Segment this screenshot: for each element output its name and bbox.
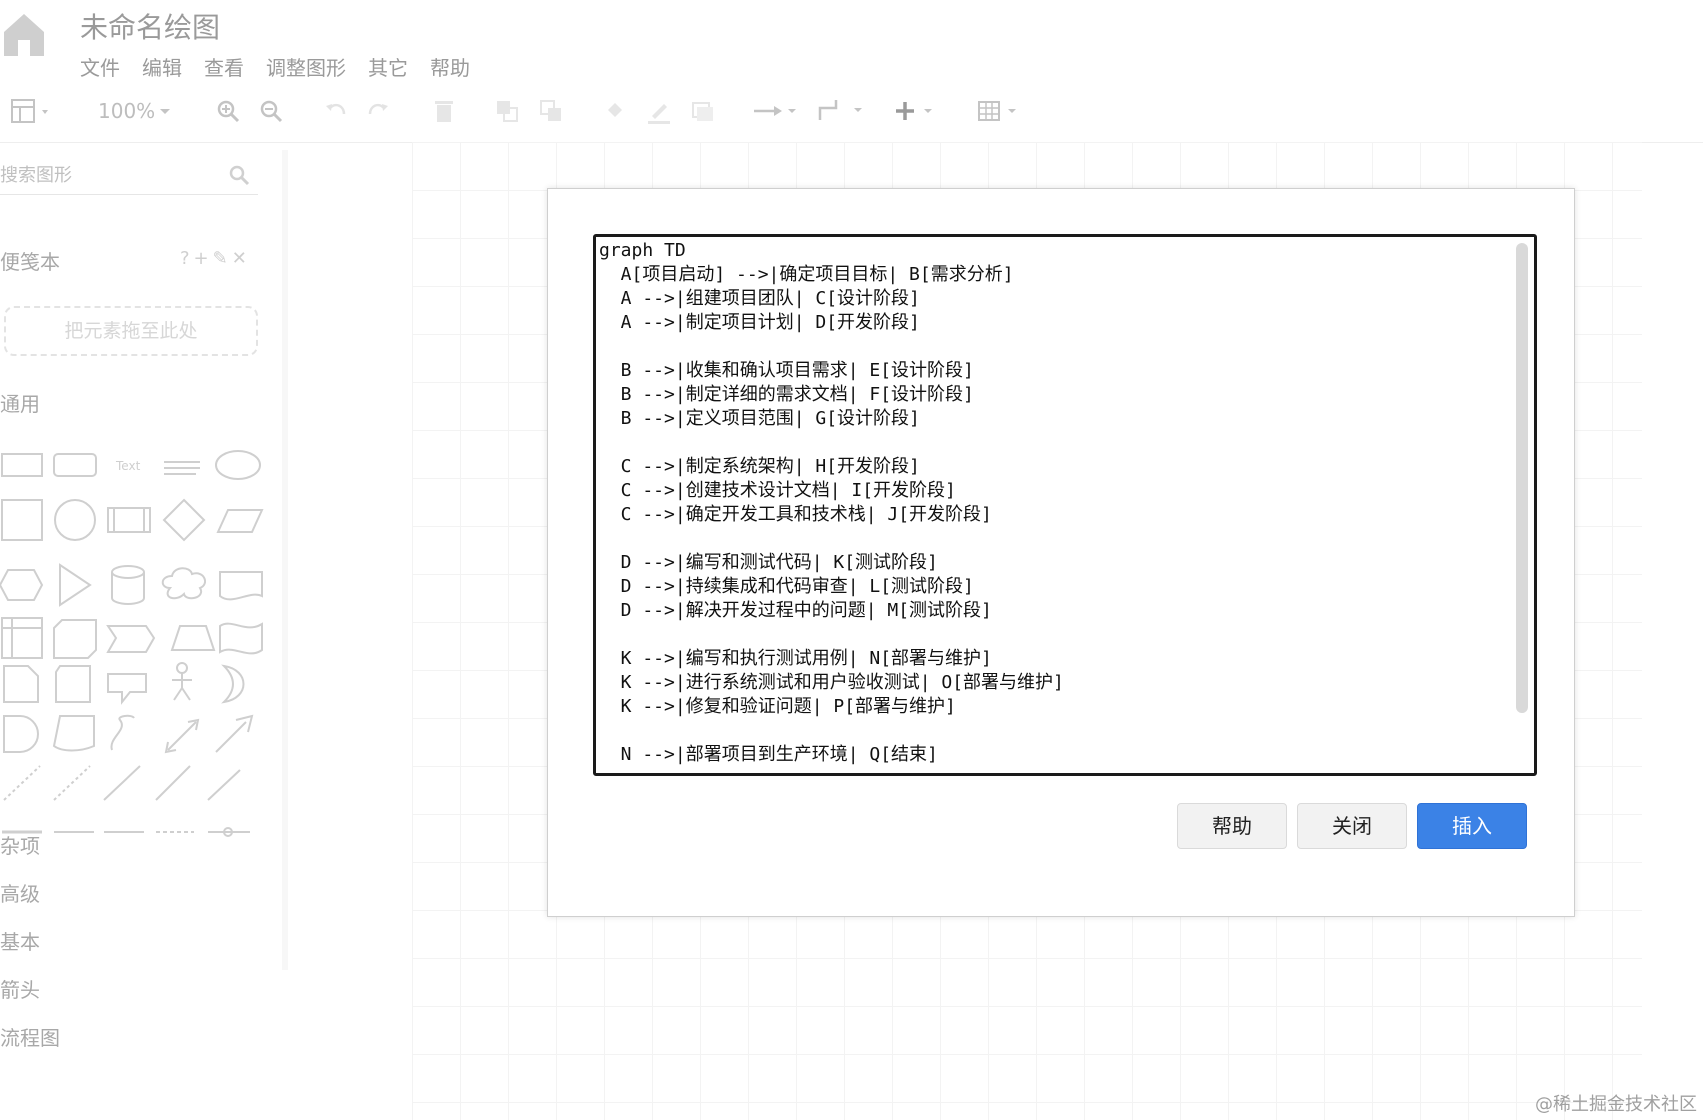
scratchpad-dropzone[interactable]: 把元素拖至此处	[4, 306, 258, 356]
insert-plus-icon[interactable]	[892, 98, 942, 124]
menu-bar: 文件 编辑 查看 调整图形 其它 帮助	[80, 52, 470, 81]
shape-diamond	[162, 498, 206, 542]
menu-arrange[interactable]: 调整图形	[266, 52, 346, 81]
shape-table	[1, 617, 43, 659]
scratchpad-title[interactable]: 便笺本	[0, 246, 60, 275]
fill-color-icon[interactable]	[602, 98, 628, 124]
shape-hexagon	[0, 569, 44, 601]
zoom-out-icon[interactable]	[258, 98, 284, 124]
shape-arrow	[215, 714, 254, 753]
insert-button[interactable]: 插入	[1417, 803, 1527, 849]
shape-triangle	[59, 563, 92, 607]
help-button[interactable]: 帮助	[1177, 803, 1287, 849]
app-root: 未命名绘图 文件 编辑 查看 调整图形 其它 帮助 100% 搜索图形 便笺本 …	[0, 0, 1703, 1120]
to-back-icon[interactable]	[538, 98, 564, 124]
redo-icon[interactable]	[366, 98, 392, 124]
waypoints-icon[interactable]	[816, 96, 868, 124]
mermaid-code-editor[interactable]: graph TD A[项目启动] -->|确定项目目标| B[需求分析] A -…	[593, 234, 1537, 776]
shape-parallelogram	[216, 509, 264, 533]
shape-delay	[3, 715, 39, 753]
shape-tape	[219, 622, 263, 655]
undo-icon[interactable]	[322, 98, 348, 124]
section-advanced[interactable]: 高级	[0, 878, 40, 907]
shape-card	[55, 665, 91, 703]
document-title[interactable]: 未命名绘图	[80, 6, 220, 46]
menu-extras[interactable]: 其它	[368, 52, 408, 81]
toolbar: 100%	[0, 86, 1703, 143]
shape-cube	[53, 619, 97, 659]
shape-curve	[110, 714, 135, 751]
shape-step	[106, 625, 156, 653]
shape-palette[interactable]: Text	[0, 440, 268, 840]
home-icon[interactable]	[0, 8, 48, 56]
shape-circle	[54, 499, 96, 541]
search-icon[interactable]	[228, 164, 250, 186]
chevron-down-icon	[160, 109, 171, 114]
section-misc[interactable]: 杂项	[0, 830, 40, 859]
watermark: @稀土掘金技术社区	[1535, 1094, 1697, 1115]
search-placeholder: 搜索图形	[0, 165, 72, 186]
shape-rounded-rectangle	[53, 453, 97, 477]
shape-or	[221, 664, 245, 704]
scratchpad-tools[interactable]: ?+✎✕	[180, 248, 251, 269]
table-icon[interactable]	[976, 98, 1026, 124]
menu-help[interactable]: 帮助	[430, 52, 470, 81]
section-flowchart[interactable]: 流程图	[0, 1022, 60, 1051]
shape-square	[1, 499, 43, 541]
shape-note	[3, 665, 39, 703]
shape-ellipse	[215, 450, 261, 480]
page-layout-icon[interactable]	[10, 98, 54, 126]
mermaid-code-text[interactable]: graph TD A[项目启动] -->|确定项目目标| B[需求分析] A -…	[599, 239, 1510, 773]
shape-rectangle	[1, 453, 43, 477]
close-button[interactable]: 关闭	[1297, 803, 1407, 849]
connection-icon[interactable]	[752, 98, 802, 124]
menu-file[interactable]: 文件	[80, 52, 120, 81]
line-color-icon[interactable]	[646, 98, 672, 124]
shape-trapezoid	[170, 625, 216, 651]
shape-document	[219, 571, 263, 601]
section-basic[interactable]: 基本	[0, 926, 40, 955]
zoom-select[interactable]: 100%	[98, 96, 175, 126]
zoom-value: 100%	[98, 99, 156, 123]
shape-bidirectional-arrow	[164, 718, 200, 754]
zoom-in-icon[interactable]	[215, 98, 241, 124]
mermaid-insert-dialog: graph TD A[项目启动] -->|确定项目目标| B[需求分析] A -…	[547, 188, 1575, 917]
shape-callout	[107, 673, 147, 705]
shape-data-storage	[52, 715, 95, 752]
section-arrows[interactable]: 箭头	[0, 974, 40, 1003]
shadow-icon[interactable]	[690, 98, 716, 124]
menu-edit[interactable]: 编辑	[142, 52, 182, 81]
sidebar-resize-handle[interactable]	[282, 150, 288, 970]
to-front-icon[interactable]	[494, 98, 520, 124]
section-general[interactable]: 通用	[0, 388, 40, 417]
shape-search-input[interactable]: 搜索图形	[0, 158, 258, 195]
shape-cloud	[161, 567, 207, 600]
menu-view[interactable]: 查看	[204, 52, 244, 81]
editor-scrollbar[interactable]	[1516, 243, 1528, 713]
shape-text: Text	[115, 459, 141, 473]
delete-icon[interactable]	[432, 98, 456, 124]
